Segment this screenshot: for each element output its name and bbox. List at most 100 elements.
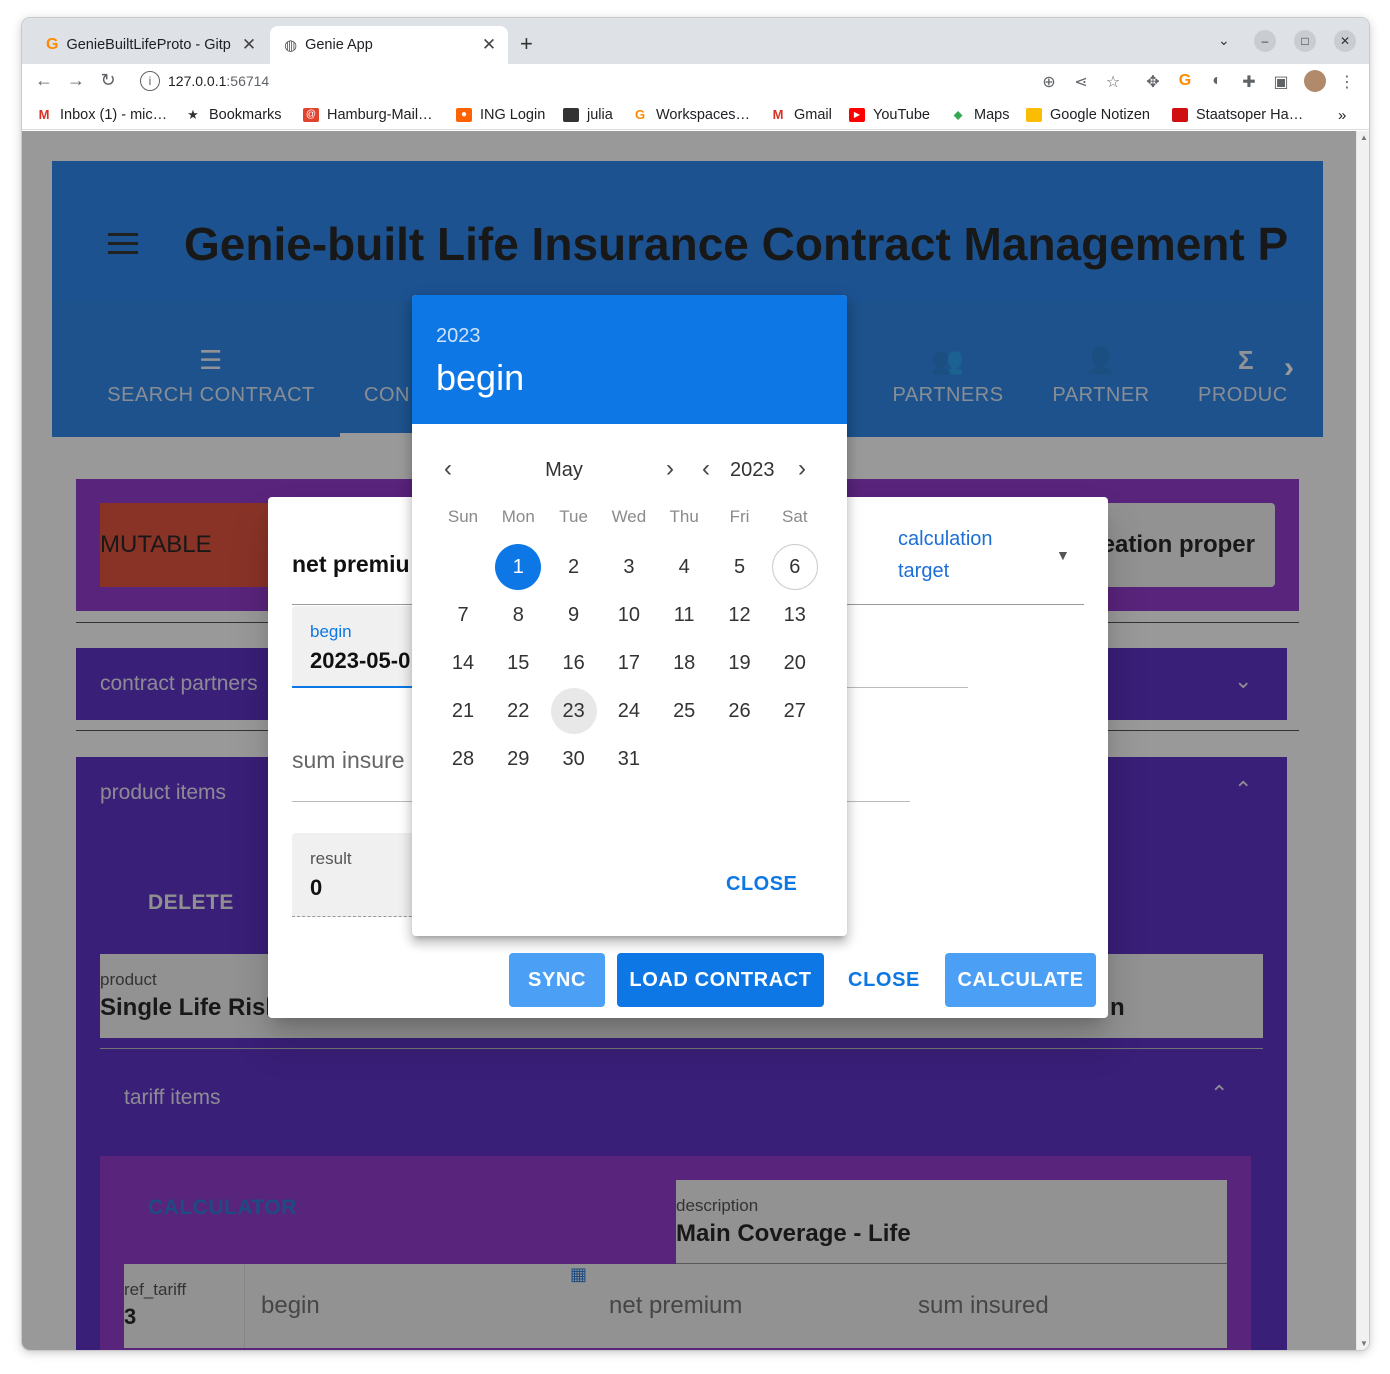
- new-tab-icon[interactable]: +: [520, 31, 533, 57]
- gmail-icon: M: [772, 107, 784, 122]
- bookmark-ing[interactable]: ● ING Login: [456, 104, 545, 126]
- day-23[interactable]: 23: [550, 688, 597, 734]
- tab-title: Genie App: [305, 37, 373, 53]
- gitpod-extension-icon[interactable]: G: [1174, 72, 1196, 90]
- day-15[interactable]: 15: [495, 640, 541, 686]
- day-13[interactable]: 13: [772, 592, 818, 638]
- next-month-icon[interactable]: ›: [666, 455, 674, 483]
- tab-search-icon[interactable]: ⌄: [1218, 32, 1230, 49]
- day-11[interactable]: 11: [661, 592, 707, 638]
- folder-icon: [563, 108, 579, 122]
- minimize-icon[interactable]: –: [1254, 30, 1276, 52]
- bookmark-inbox[interactable]: M Inbox (1) - mic…: [36, 104, 168, 126]
- day-31[interactable]: 31: [606, 736, 652, 782]
- share-icon[interactable]: ⋖: [1070, 72, 1092, 92]
- prev-month-icon[interactable]: ‹: [444, 455, 452, 483]
- load-contract-button[interactable]: LOAD CONTRACT: [617, 953, 824, 1007]
- day-5[interactable]: 5: [717, 544, 763, 590]
- header-title: begin: [436, 357, 525, 398]
- sidepanel-icon[interactable]: ▣: [1270, 72, 1292, 92]
- sync-button[interactable]: SYNC: [509, 953, 605, 1007]
- day-14[interactable]: 14: [440, 640, 486, 686]
- menu-dots-icon[interactable]: ⋮: [1336, 72, 1358, 92]
- weekday-label: Sun: [447, 507, 479, 526]
- reload-icon[interactable]: ↻: [96, 70, 120, 91]
- day-28[interactable]: 28: [440, 736, 486, 782]
- picker-close-button[interactable]: CLOSE: [726, 873, 797, 896]
- bookmark-star-icon[interactable]: ☆: [1102, 72, 1124, 92]
- extension-icon[interactable]: ◐: [1206, 72, 1228, 90]
- day-29[interactable]: 29: [495, 736, 541, 782]
- day-24[interactable]: 24: [606, 688, 652, 734]
- day-26[interactable]: 26: [717, 688, 763, 734]
- scroll-up-icon[interactable]: ▲: [1360, 133, 1368, 142]
- day-18[interactable]: 18: [661, 640, 707, 686]
- day-1[interactable]: 1: [495, 544, 542, 590]
- day-22[interactable]: 22: [495, 688, 541, 734]
- close-icon[interactable]: ✕: [480, 35, 498, 55]
- scroll-down-icon[interactable]: ▼: [1360, 1339, 1368, 1348]
- prev-year-icon[interactable]: ‹: [702, 455, 710, 483]
- month-label[interactable]: May: [534, 459, 594, 482]
- year-label[interactable]: 2023: [730, 459, 775, 482]
- weekday-label: Fri: [729, 507, 750, 526]
- day-16[interactable]: 16: [551, 640, 597, 686]
- dropdown-arrow-icon[interactable]: ▼: [1056, 547, 1070, 563]
- tab-title: GenieBuiltLifeProto - Gitp: [66, 37, 231, 53]
- extension-move-icon[interactable]: ✥: [1142, 72, 1164, 92]
- url-host: 127.0.0.1: [168, 73, 227, 89]
- day-2[interactable]: 2: [551, 544, 597, 590]
- staatsoper-icon: [1172, 108, 1188, 122]
- date-picker: 2023 begin ‹ May › ‹ 2023 › CLOSE Sun Mon…: [412, 295, 847, 936]
- address-bar[interactable]: i 127.0.0.1:56714: [128, 66, 1068, 96]
- sum-insured-field[interactable]: sum insure: [292, 747, 404, 774]
- day-3[interactable]: 3: [606, 544, 652, 590]
- bookmark-youtube[interactable]: ▶ YouTube: [849, 104, 930, 126]
- bookmark-workspaces[interactable]: G Workspaces…: [632, 104, 750, 126]
- day-19[interactable]: 19: [717, 640, 763, 686]
- day-10[interactable]: 10: [606, 592, 652, 638]
- day-7[interactable]: 7: [440, 592, 486, 638]
- bookmark-hamburg-mail[interactable]: @ Hamburg-Mail…: [303, 104, 433, 126]
- tab-gitpod[interactable]: G GenieBuiltLifeProto - Gitp ✕: [32, 26, 268, 64]
- close-icon[interactable]: ✕: [240, 35, 258, 55]
- avatar[interactable]: [1304, 70, 1326, 92]
- bookmark-gmail[interactable]: M Gmail: [770, 104, 832, 126]
- maximize-icon[interactable]: □: [1294, 30, 1316, 52]
- day-27[interactable]: 27: [772, 688, 818, 734]
- divider: [846, 687, 968, 688]
- bookmark-label: Inbox (1) - mic…: [60, 107, 168, 123]
- bookmark-label: julia: [587, 107, 613, 123]
- scrollbar[interactable]: ▲ ▼: [1356, 131, 1369, 1350]
- zoom-icon[interactable]: ⊕: [1038, 72, 1060, 92]
- window-close-icon[interactable]: ✕: [1334, 30, 1356, 52]
- tab-genie-app[interactable]: ◍ Genie App ✕: [270, 26, 508, 64]
- day-17[interactable]: 17: [606, 640, 652, 686]
- url-port: :56714: [226, 73, 270, 89]
- header-year[interactable]: 2023: [436, 325, 481, 348]
- forward-icon[interactable]: →: [64, 70, 88, 91]
- begin-field[interactable]: begin 2023-05-0: [292, 606, 422, 688]
- bookmarks-overflow[interactable]: »: [1338, 104, 1346, 126]
- day-20[interactable]: 20: [772, 640, 818, 686]
- bookmark-maps[interactable]: ⬥ Maps: [950, 104, 1009, 126]
- bookmark-julia[interactable]: julia: [563, 104, 613, 126]
- day-9[interactable]: 9: [551, 592, 597, 638]
- back-icon[interactable]: ←: [32, 70, 56, 91]
- day-8[interactable]: 8: [495, 592, 541, 638]
- day-30[interactable]: 30: [551, 736, 597, 782]
- puzzle-icon[interactable]: ✚: [1238, 72, 1260, 92]
- day-25[interactable]: 25: [661, 688, 707, 734]
- next-year-icon[interactable]: ›: [798, 455, 806, 483]
- day-21[interactable]: 21: [440, 688, 486, 734]
- calculate-button[interactable]: CALCULATE: [945, 953, 1096, 1007]
- divider: [846, 801, 910, 802]
- calculation-target-select[interactable]: calculation target: [898, 523, 1038, 587]
- day-6[interactable]: 6: [771, 544, 818, 590]
- day-12[interactable]: 12: [717, 592, 763, 638]
- bookmark-bookmarks[interactable]: ★ Bookmarks: [185, 104, 281, 126]
- bookmark-google-notizen[interactable]: Google Notizen: [1026, 104, 1150, 126]
- bookmark-staatsoper[interactable]: Staatsoper Ha…: [1172, 104, 1303, 126]
- day-4[interactable]: 4: [661, 544, 707, 590]
- close-button[interactable]: CLOSE: [836, 953, 932, 1007]
